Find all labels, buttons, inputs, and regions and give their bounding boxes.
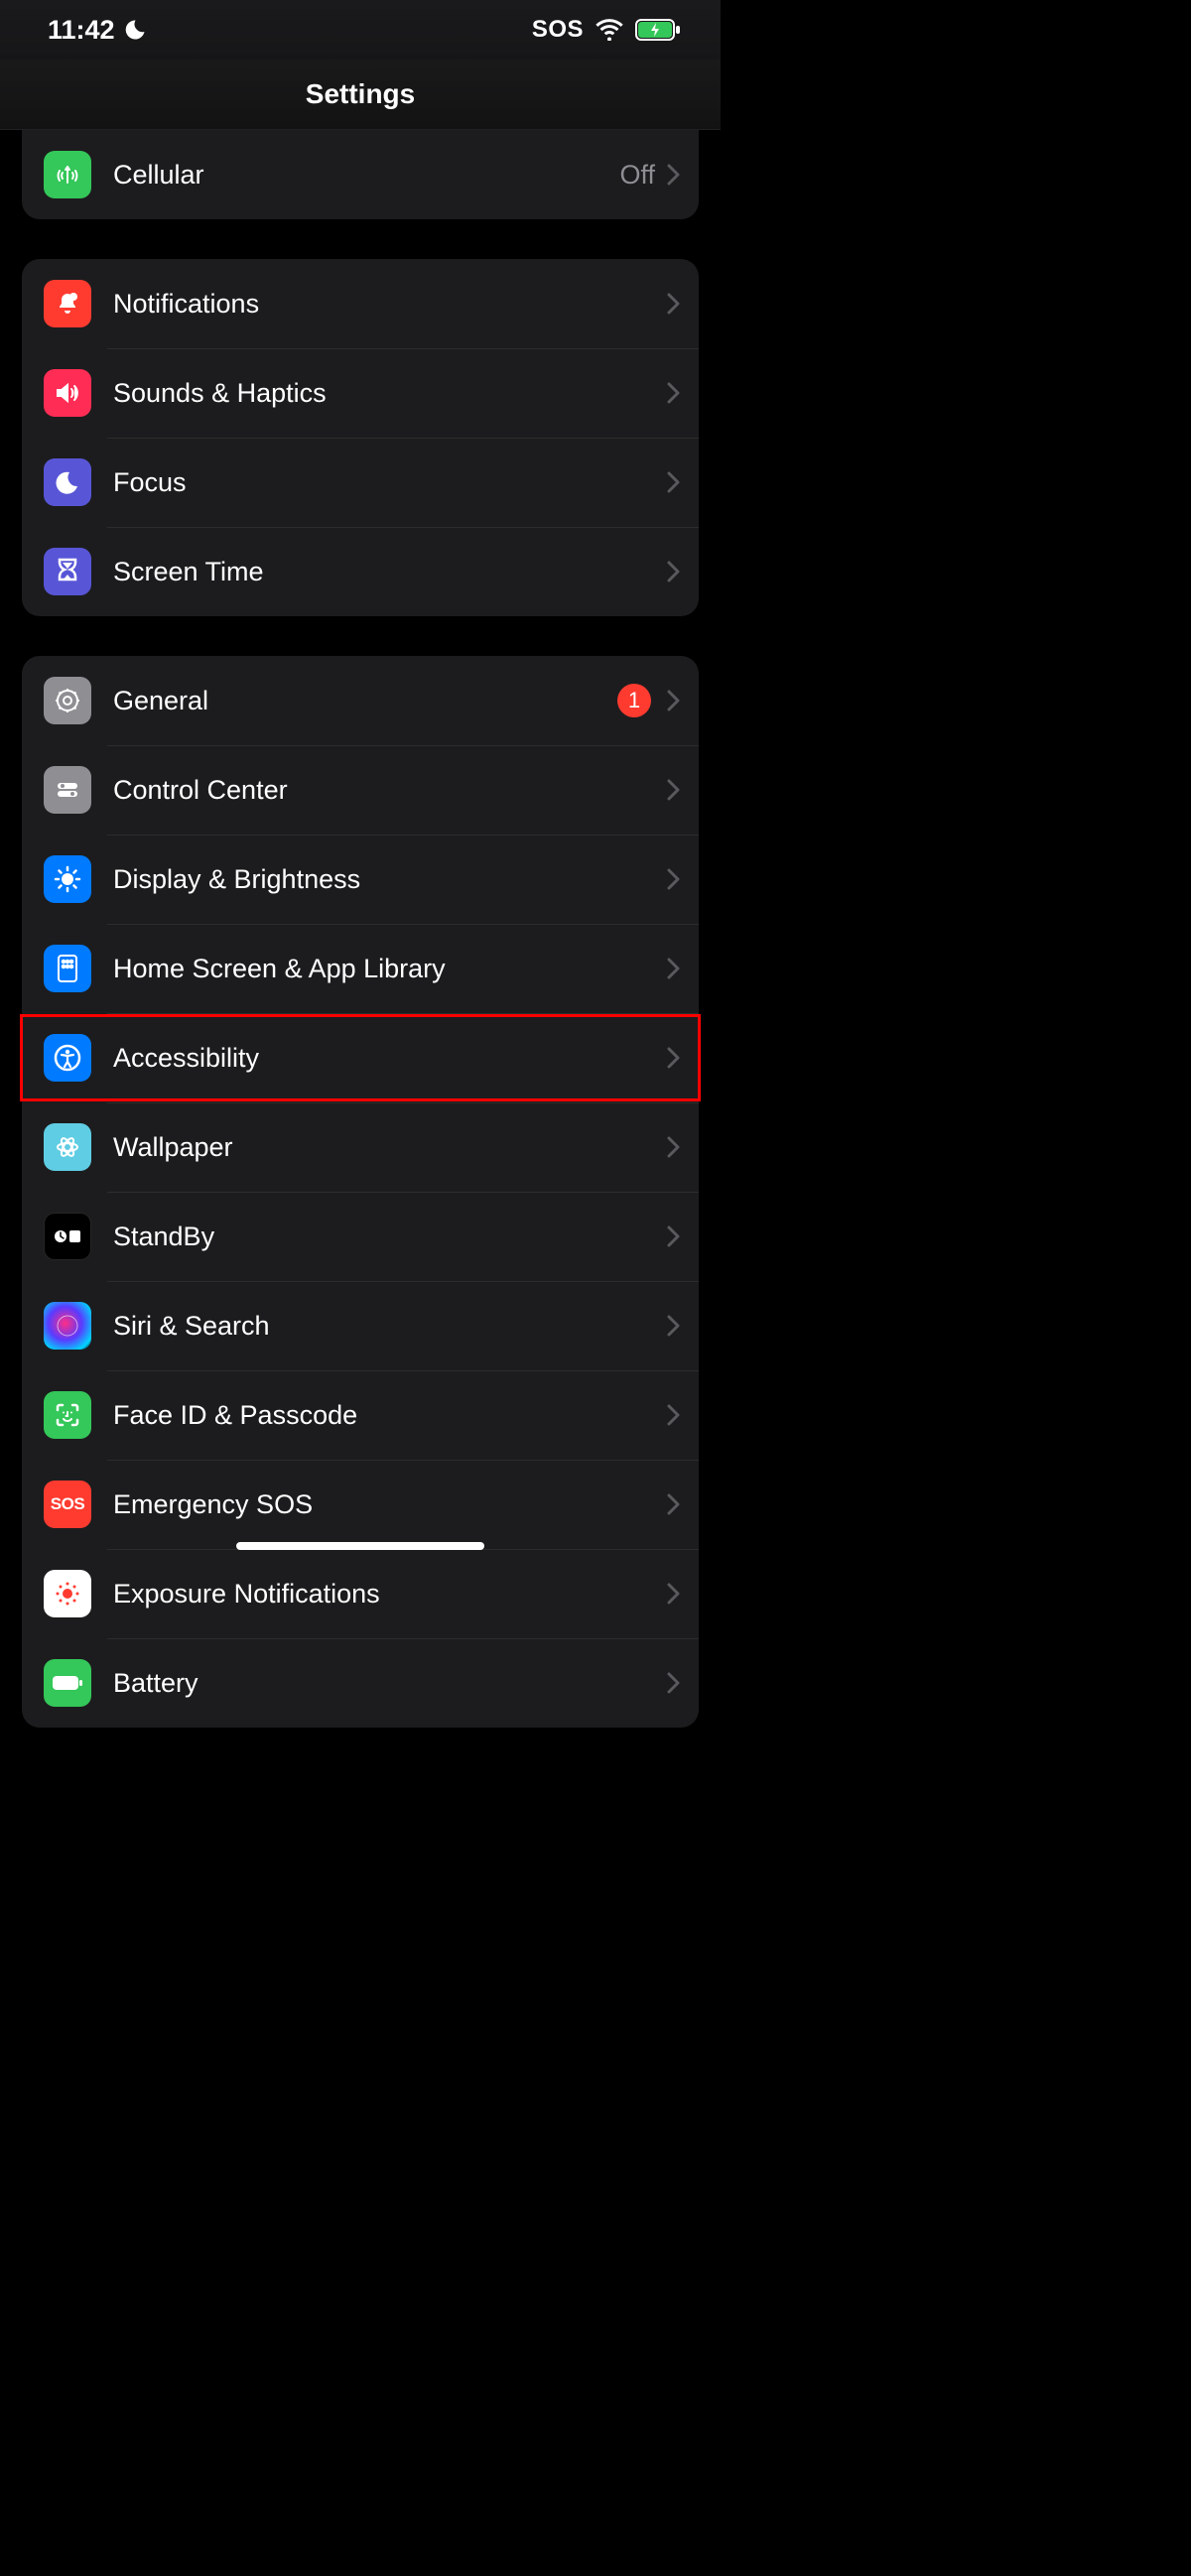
chevron-right-icon — [667, 1315, 681, 1337]
control-center-icon — [44, 766, 91, 814]
siri-icon — [44, 1302, 91, 1350]
status-bar: 11:42 SOS — [0, 0, 721, 60]
row-emergency-sos[interactable]: SOS Emergency SOS — [22, 1460, 699, 1549]
row-label: Display & Brightness — [113, 864, 667, 895]
screen-time-icon — [44, 548, 91, 595]
row-label: Face ID & Passcode — [113, 1400, 667, 1431]
chevron-right-icon — [667, 382, 681, 404]
row-focus[interactable]: Focus — [22, 438, 699, 527]
chevron-right-icon — [667, 1136, 681, 1158]
page-title: Settings — [0, 60, 721, 129]
row-label: Notifications — [113, 289, 667, 320]
chevron-right-icon — [667, 293, 681, 315]
row-notifications[interactable]: Notifications — [22, 259, 699, 348]
sos-icon: SOS — [44, 1481, 91, 1528]
row-face-id-passcode[interactable]: Face ID & Passcode — [22, 1370, 699, 1460]
sounds-icon — [44, 369, 91, 417]
row-screen-time[interactable]: Screen Time — [22, 527, 699, 616]
row-label: Home Screen & App Library — [113, 954, 667, 984]
chevron-right-icon — [667, 1493, 681, 1515]
row-wallpaper[interactable]: Wallpaper — [22, 1102, 699, 1192]
home-indicator[interactable] — [236, 1542, 484, 1550]
chevron-right-icon — [667, 1583, 681, 1605]
battery-charging-icon — [635, 18, 681, 42]
wifi-icon — [596, 19, 623, 41]
exposure-icon — [44, 1570, 91, 1617]
chevron-right-icon — [667, 1225, 681, 1247]
status-time: 11:42 — [48, 15, 115, 46]
sos-indicator: SOS — [532, 16, 584, 44]
cellular-icon — [44, 151, 91, 198]
notifications-icon — [44, 280, 91, 327]
row-accessibility[interactable]: Accessibility — [22, 1013, 699, 1102]
row-display-brightness[interactable]: Display & Brightness — [22, 835, 699, 924]
row-general[interactable]: General 1 — [22, 656, 699, 745]
chevron-right-icon — [667, 690, 681, 711]
row-label: Wallpaper — [113, 1132, 667, 1163]
do-not-disturb-icon — [123, 18, 147, 42]
chevron-right-icon — [667, 958, 681, 979]
row-battery[interactable]: Battery — [22, 1638, 699, 1728]
wallpaper-icon — [44, 1123, 91, 1171]
row-label: Accessibility — [113, 1043, 667, 1074]
row-label: Control Center — [113, 775, 667, 806]
row-exposure-notifications[interactable]: Exposure Notifications — [22, 1549, 699, 1638]
chevron-right-icon — [667, 1404, 681, 1426]
settings-group-notifications: Notifications Sounds & Haptics Focus Scr… — [22, 259, 699, 616]
row-label: General — [113, 686, 617, 716]
chevron-right-icon — [667, 471, 681, 493]
accessibility-icon — [44, 1034, 91, 1082]
general-icon — [44, 677, 91, 724]
row-cellular[interactable]: Cellular Off — [22, 130, 699, 219]
row-siri-search[interactable]: Siri & Search — [22, 1281, 699, 1370]
chevron-right-icon — [667, 1047, 681, 1069]
chevron-right-icon — [667, 1672, 681, 1694]
chevron-right-icon — [667, 868, 681, 890]
row-control-center[interactable]: Control Center — [22, 745, 699, 835]
row-label: Emergency SOS — [113, 1489, 667, 1520]
row-label: StandBy — [113, 1222, 667, 1252]
settings-group-connectivity: Cellular Off — [22, 130, 699, 219]
row-label: Cellular — [113, 160, 619, 191]
row-label: Sounds & Haptics — [113, 378, 667, 409]
chevron-right-icon — [667, 779, 681, 801]
chevron-right-icon — [667, 561, 681, 582]
face-id-icon — [44, 1391, 91, 1439]
display-brightness-icon — [44, 855, 91, 903]
notification-badge: 1 — [617, 684, 651, 717]
focus-icon — [44, 458, 91, 506]
row-sounds-haptics[interactable]: Sounds & Haptics — [22, 348, 699, 438]
battery-icon — [44, 1659, 91, 1707]
row-label: Siri & Search — [113, 1311, 667, 1342]
chevron-right-icon — [667, 164, 681, 186]
row-label: Exposure Notifications — [113, 1579, 667, 1610]
standby-icon — [44, 1213, 91, 1260]
row-label: Screen Time — [113, 557, 667, 587]
row-value: Off — [619, 160, 655, 191]
settings-group-general: General 1 Control Center Display & Brigh… — [22, 656, 699, 1728]
row-label: Battery — [113, 1668, 667, 1699]
home-screen-icon — [44, 945, 91, 992]
row-standby[interactable]: StandBy — [22, 1192, 699, 1281]
row-home-screen[interactable]: Home Screen & App Library — [22, 924, 699, 1013]
row-label: Focus — [113, 467, 667, 498]
